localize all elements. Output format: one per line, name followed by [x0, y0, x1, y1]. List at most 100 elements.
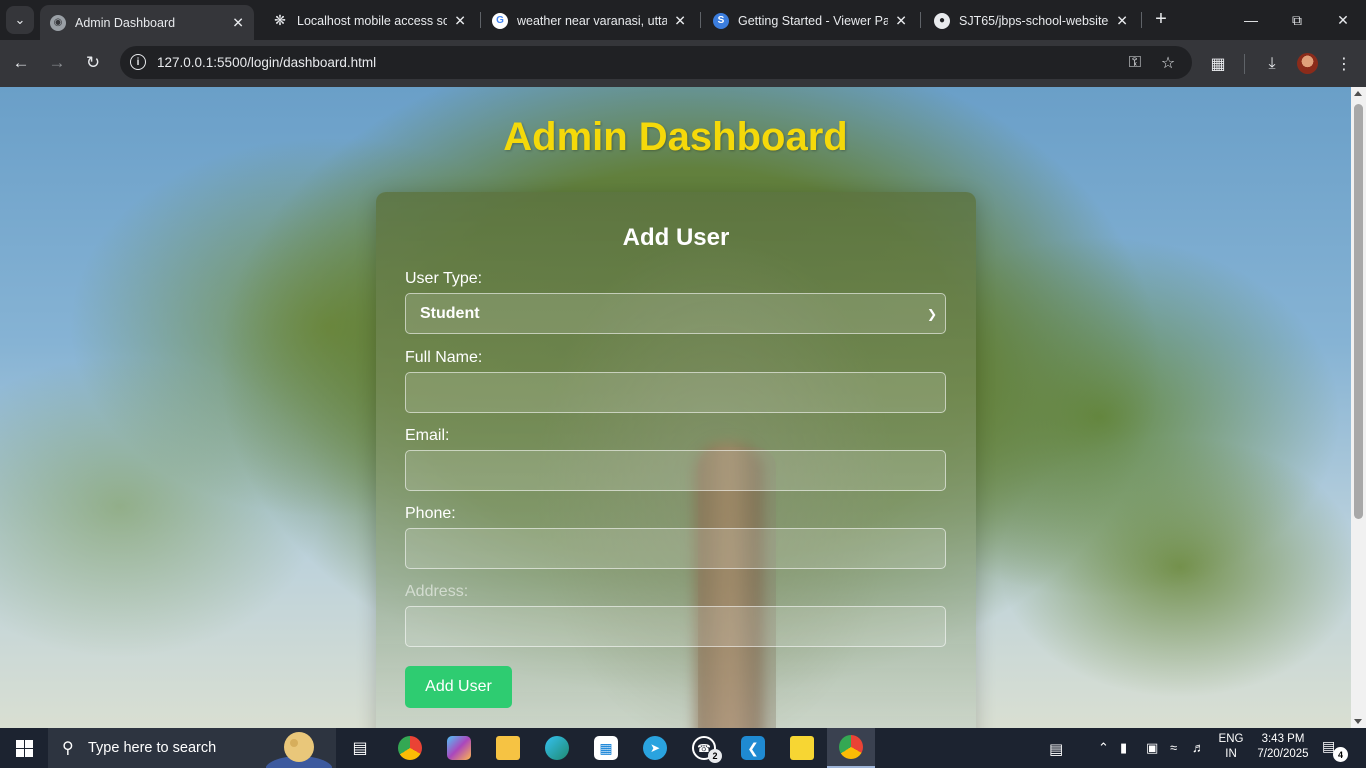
taskbar-telegram[interactable]: ➤	[631, 728, 679, 768]
profile-avatar[interactable]	[1297, 53, 1318, 74]
tab-search-button[interactable]: ⌄	[6, 6, 34, 34]
chrome-icon	[839, 735, 863, 759]
reload-button[interactable]: ↻	[80, 50, 106, 76]
tab-divider	[920, 12, 921, 28]
tab-github[interactable]: ● SJT65/jbps-school-website- ✕	[924, 5, 1138, 36]
clock[interactable]: 3:43 PM 7/20/2025	[1252, 733, 1314, 760]
clock-date: 7/20/2025	[1257, 748, 1309, 760]
chevron-down-icon: ❯	[926, 307, 937, 321]
copilot-icon	[447, 736, 471, 760]
email-input[interactable]	[405, 450, 946, 491]
battery-icon[interactable]: ▮	[1120, 740, 1127, 756]
user-type-select[interactable]: Student ❯	[405, 293, 946, 334]
email-label: Email:	[405, 427, 450, 444]
taskbar-edge[interactable]	[533, 728, 581, 768]
scrollbar-thumb[interactable]	[1354, 104, 1363, 519]
windows-taskbar: ⚲ Type here to search ▤ ▦ ➤ ☎ 2 ❮ ▤ ⌃ ▮ …	[0, 728, 1366, 768]
chrome-icon	[398, 736, 422, 760]
user-type-label: User Type:	[405, 270, 483, 287]
close-icon[interactable]: ✕	[674, 12, 686, 29]
address-bar[interactable]: i 127.0.0.1:5500/login/dashboard.html ⚿ …	[120, 46, 1192, 79]
site-info-icon[interactable]: i	[130, 54, 146, 70]
add-user-form: Add User User Type: Student ❯ Full Name:…	[376, 192, 976, 728]
phone-input[interactable]	[405, 528, 946, 569]
tab-strip: ⌄ ◉ Admin Dashboard ✕ ❋ Localhost mobile…	[0, 0, 1366, 40]
windows-logo-icon	[15, 739, 33, 757]
url-text[interactable]: 127.0.0.1:5500/login/dashboard.html	[157, 55, 376, 70]
close-icon[interactable]: ✕	[454, 12, 466, 29]
full-name-label: Full Name:	[405, 349, 483, 366]
tab-divider	[1141, 12, 1142, 28]
news-widget-icon[interactable]: ▤	[1049, 740, 1063, 758]
page-title: Admin Dashboard	[503, 115, 848, 159]
close-icon[interactable]: ✕	[1116, 12, 1128, 29]
back-button[interactable]: ←	[8, 50, 34, 76]
language-code: ENG	[1218, 733, 1244, 745]
volume-icon[interactable]: ♬	[1192, 740, 1205, 755]
tab-localhost[interactable]: ❋ Localhost mobile access solu ✕	[262, 5, 476, 36]
clock-time: 3:43 PM	[1261, 733, 1305, 745]
taskbar-chrome[interactable]	[386, 728, 434, 768]
download-icon[interactable]: ⤓	[1260, 52, 1284, 76]
notification-count-badge: 4	[1333, 747, 1348, 762]
extensions-icon[interactable]: ▦	[1206, 52, 1230, 76]
taskbar-whatsapp[interactable]: ☎ 2	[680, 728, 728, 768]
minimize-button[interactable]: —	[1228, 0, 1274, 40]
tab-getting-started[interactable]: S Getting Started - Viewer Pag ✕	[703, 5, 917, 36]
bookmark-star-icon[interactable]: ☆	[1157, 52, 1179, 74]
region-code: IN	[1225, 748, 1237, 760]
taskbar-chrome-active[interactable]	[827, 728, 875, 768]
password-key-icon[interactable]: ⚿	[1124, 52, 1146, 74]
google-icon: G	[492, 12, 508, 29]
page-scrollbar[interactable]	[1351, 87, 1366, 728]
close-icon[interactable]: ✕	[895, 12, 907, 29]
search-highlight-image	[266, 732, 332, 768]
address-label: Address:	[405, 583, 469, 600]
chevron-up-icon[interactable]: ⌃	[1098, 740, 1109, 756]
toolbar-divider	[1244, 54, 1245, 74]
start-button[interactable]	[0, 728, 48, 768]
scroll-down-arrow-icon[interactable]	[1354, 719, 1362, 724]
taskbar-sticky-notes[interactable]	[778, 728, 826, 768]
taskbar-store[interactable]: ▦	[582, 728, 630, 768]
search-icon: ⚲	[62, 740, 74, 757]
tab-weather[interactable]: G weather near varanasi, uttar ✕	[482, 5, 696, 36]
close-icon[interactable]: ✕	[232, 14, 244, 31]
chatgpt-icon: ❋	[274, 12, 286, 28]
tab-admin-dashboard[interactable]: ◉ Admin Dashboard ✕	[40, 5, 254, 40]
arrow-left-icon: ←	[12, 53, 30, 72]
globe-icon: ◉	[50, 14, 66, 31]
reload-icon: ↻	[85, 53, 101, 72]
add-user-button[interactable]: Add User	[405, 666, 512, 708]
edge-icon	[545, 736, 569, 760]
taskbar-copilot[interactable]	[435, 728, 483, 768]
address-input[interactable]	[405, 606, 946, 647]
forward-button[interactable]: →	[44, 50, 70, 76]
store-icon: ▦	[594, 736, 618, 760]
form-title: Add User	[622, 224, 730, 251]
sticky-notes-icon	[790, 736, 814, 760]
task-view-icon: ▤	[352, 740, 368, 757]
browser-toolbar: ← → ↻ i 127.0.0.1:5500/login/dashboard.h…	[0, 40, 1366, 87]
taskbar-search[interactable]: ⚲ Type here to search	[48, 728, 336, 768]
vscode-icon: ❮	[741, 736, 765, 760]
tab-divider	[480, 12, 481, 28]
page-viewport: Admin Dashboard Add User User Type: Stud…	[0, 87, 1351, 728]
close-window-button[interactable]: ✕	[1320, 0, 1366, 40]
folder-icon	[496, 736, 520, 760]
restore-button[interactable]: ⧉	[1274, 0, 1320, 40]
tab-divider	[700, 12, 701, 28]
taskbar-vscode[interactable]: ❮	[729, 728, 777, 768]
full-name-input[interactable]	[405, 372, 946, 413]
phone-label: Phone:	[405, 505, 456, 522]
scroll-up-arrow-icon[interactable]	[1354, 91, 1362, 96]
task-view-button[interactable]: ▤	[336, 728, 384, 768]
s-icon: S	[713, 12, 729, 29]
taskbar-file-explorer[interactable]	[484, 728, 532, 768]
whatsapp-badge: 2	[708, 749, 722, 763]
new-tab-button[interactable]: +	[1150, 8, 1172, 31]
language-indicator[interactable]: ENG IN	[1214, 733, 1248, 760]
wifi-icon[interactable]: ≈	[1170, 740, 1177, 755]
menu-kebab-icon[interactable]: ⋮	[1332, 52, 1356, 76]
device-icon[interactable]: ▣	[1146, 740, 1158, 756]
